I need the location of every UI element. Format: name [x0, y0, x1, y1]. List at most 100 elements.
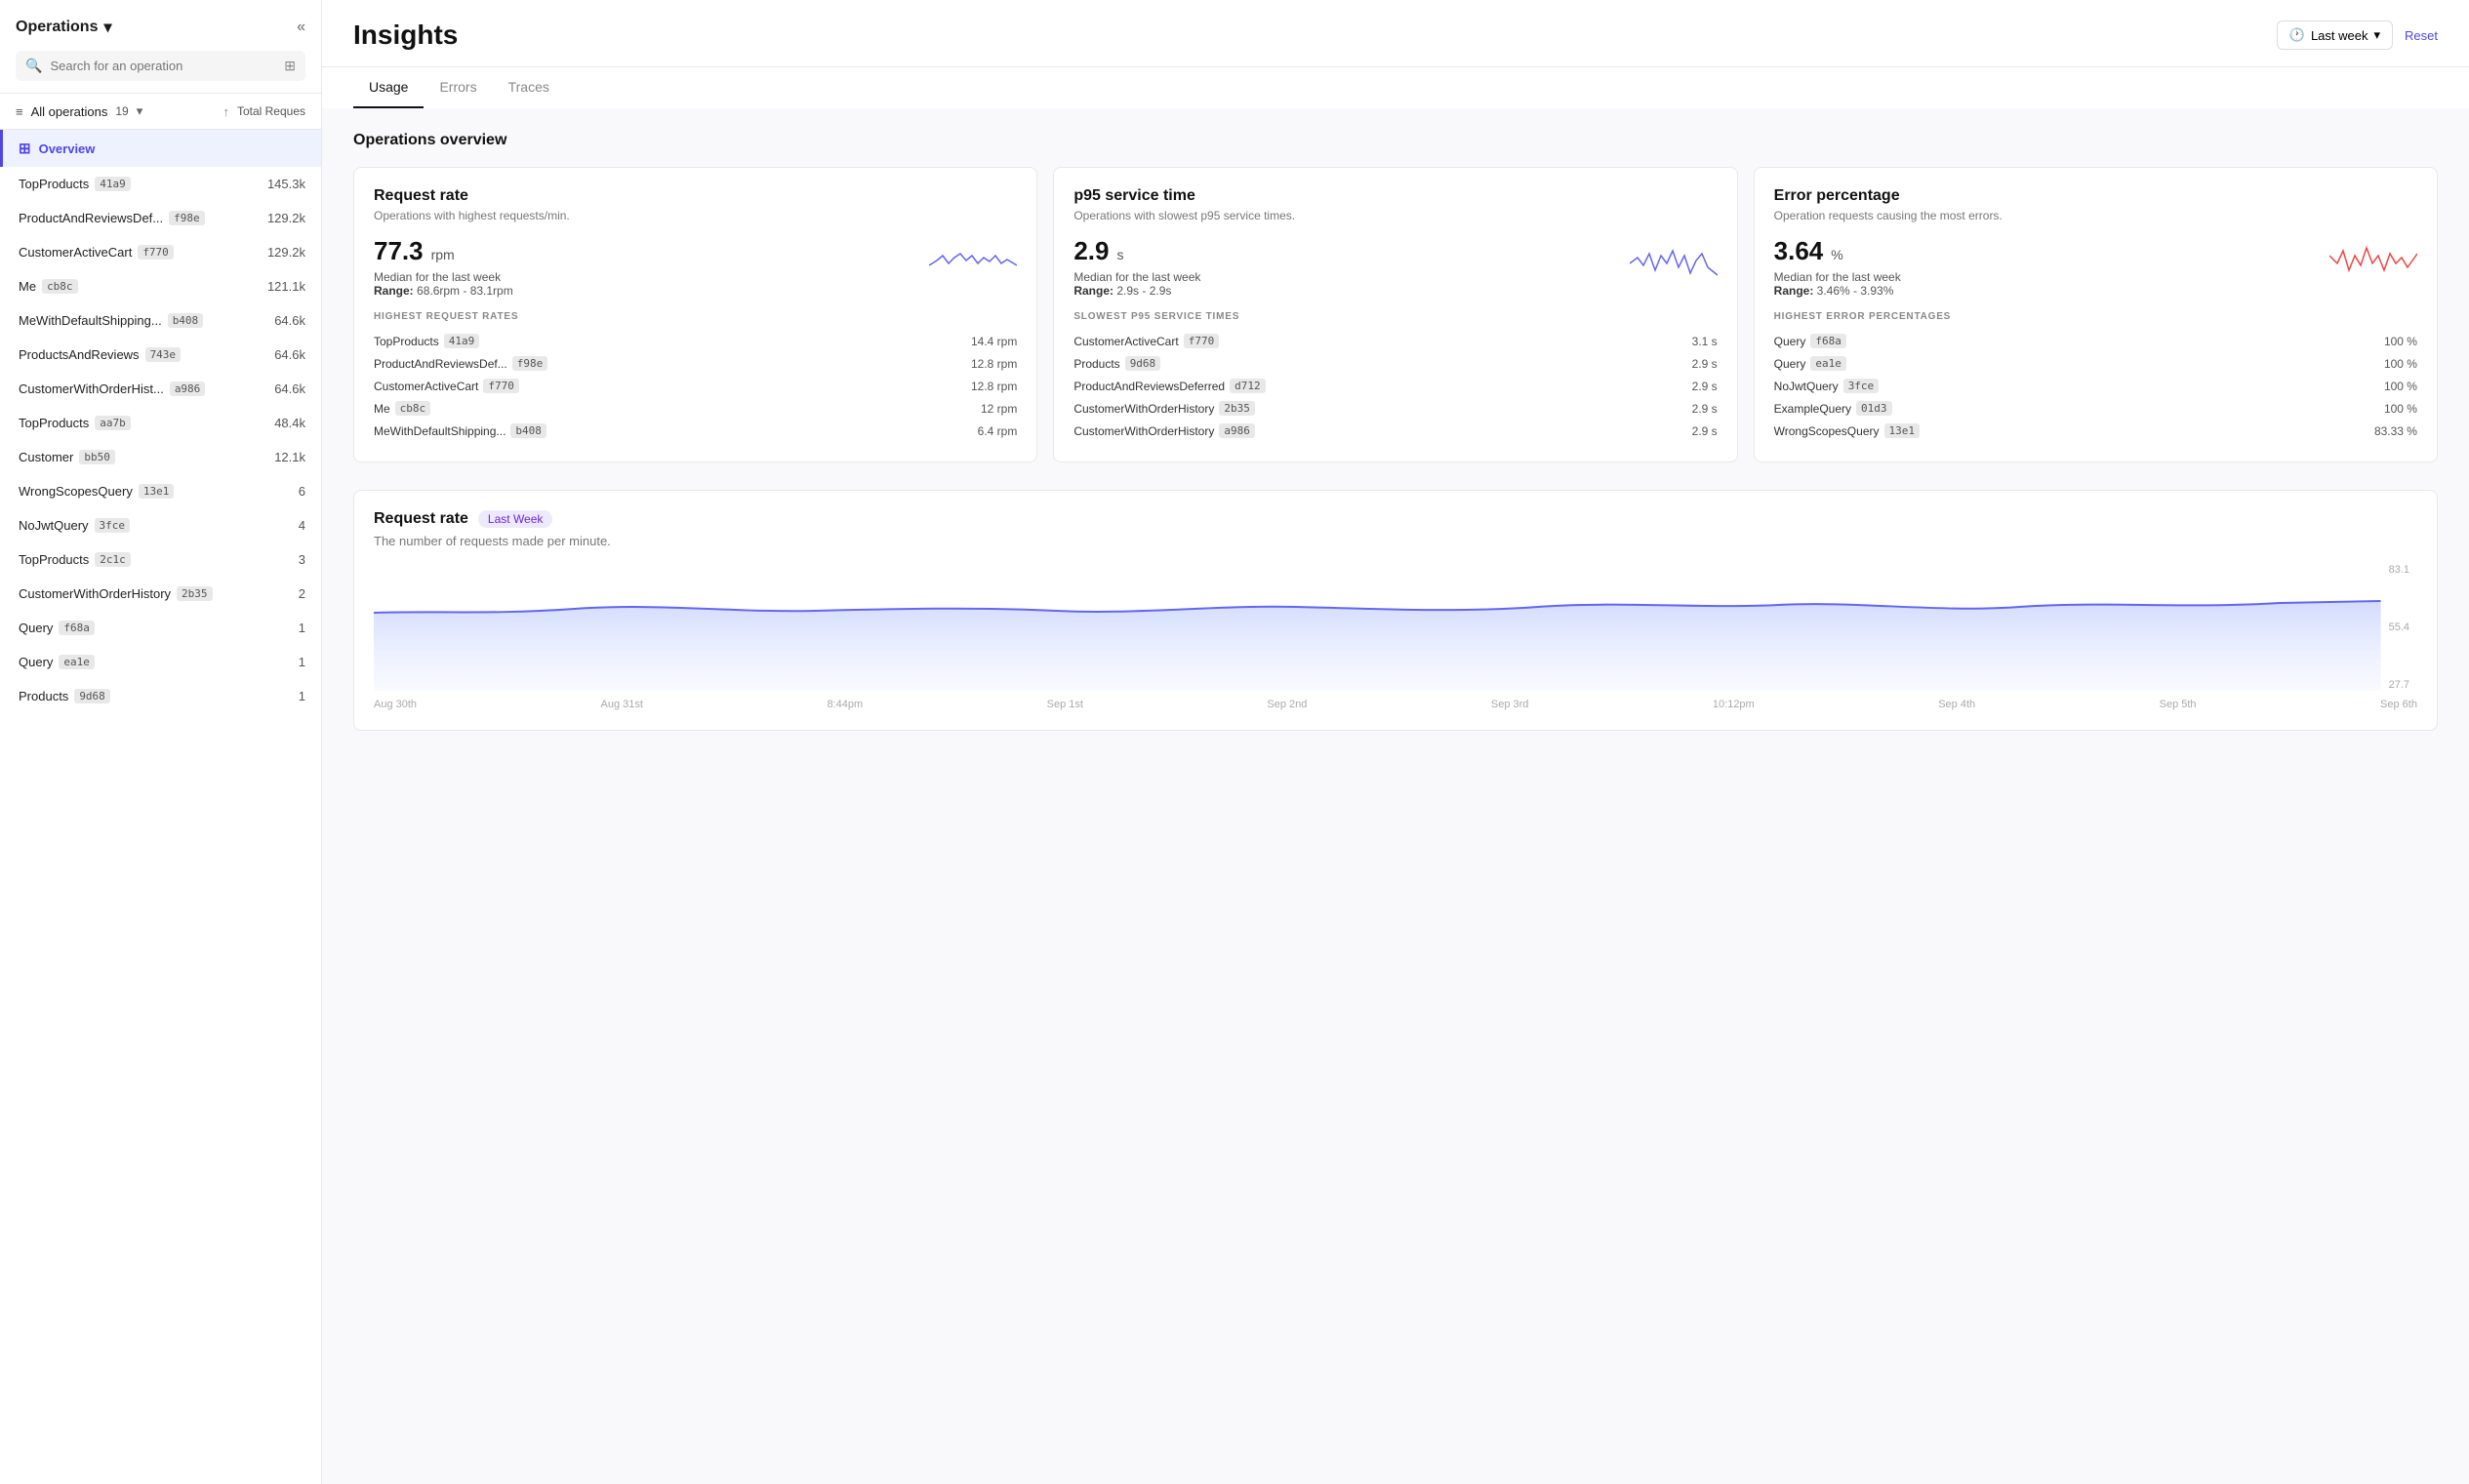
p95-service-time-card: p95 service time Operations with slowest…	[1053, 167, 1737, 462]
slowest-p95-title: SLOWEST P95 SERVICE TIMES	[1073, 311, 1717, 322]
table-row: Mecb8c 12 rpm	[374, 397, 1017, 420]
table-row: WrongScopesQuery13e1 83.33 %	[1774, 420, 2417, 442]
tab-usage[interactable]: Usage	[353, 67, 424, 108]
main-content-body: Operations overview Request rate Operati…	[322, 108, 2469, 754]
sort-asc-icon[interactable]: ↑	[223, 104, 229, 119]
table-row: CustomerWithOrderHistorya986 2.9 s	[1073, 420, 1717, 442]
list-item[interactable]: WrongScopesQuery13e1 6	[0, 474, 321, 508]
list-item[interactable]: Mecb8c 121.1k	[0, 269, 321, 303]
y-label-mid: 55.4	[2389, 622, 2409, 633]
x-label: Sep 2nd	[1267, 699, 1307, 710]
highest-request-rates-title: HIGHEST REQUEST RATES	[374, 311, 1017, 322]
tab-errors[interactable]: Errors	[424, 67, 492, 108]
search-input[interactable]	[50, 59, 276, 73]
list-item[interactable]: CustomerWithOrderHist...a986 64.6k	[0, 372, 321, 406]
error-unit: %	[1831, 247, 1842, 262]
chevron-down-icon-filter[interactable]: ▾	[137, 103, 143, 119]
x-label: Sep 6th	[2380, 699, 2417, 710]
table-row: Products9d68 2.9 s	[1073, 352, 1717, 375]
request-rate-median: Median for the last week	[374, 270, 513, 284]
time-selector-label: Last week	[2311, 28, 2368, 43]
p95-title: p95 service time	[1073, 187, 1717, 205]
request-rate-title: Request rate	[374, 187, 1017, 205]
filter-icon: ≡	[16, 104, 23, 119]
list-item[interactable]: MeWithDefaultShipping...b408 64.6k	[0, 303, 321, 338]
chevron-down-icon: ▾	[103, 18, 111, 37]
main-header: Insights 🕐 Last week ▾ Reset	[322, 0, 2469, 67]
chart-header: Request rate Last Week	[374, 510, 2417, 528]
table-row: ProductAndReviewsDef...f98e 12.8 rpm	[374, 352, 1017, 375]
sidebar: Operations ▾ « 🔍 ⊞ ≡ All operations 19 ▾…	[0, 0, 322, 1484]
chart-title: Request rate	[374, 510, 468, 528]
page-title: Insights	[353, 20, 458, 66]
x-label: Sep 3rd	[1491, 699, 1529, 710]
reset-button[interactable]: Reset	[2405, 28, 2438, 43]
error-title: Error percentage	[1774, 187, 2417, 205]
collapse-sidebar-button[interactable]: «	[297, 19, 305, 36]
area-chart-svg	[374, 564, 2381, 691]
table-row: NoJwtQuery3fce 100 %	[1774, 375, 2417, 397]
x-label: 10:12pm	[1713, 699, 1755, 710]
table-row: ProductAndReviewsDeferredd712 2.9 s	[1073, 375, 1717, 397]
list-item[interactable]: Products9d68 1	[0, 679, 321, 713]
y-label-min: 27.7	[2389, 679, 2409, 691]
search-box: 🔍 ⊞	[16, 51, 305, 81]
list-item[interactable]: CustomerActiveCartf770 129.2k	[0, 235, 321, 269]
list-item[interactable]: Customerbb50 12.1k	[0, 440, 321, 474]
ops-count-badge: 19	[115, 104, 128, 118]
error-sparkline	[2329, 236, 2417, 285]
chart-area	[374, 564, 2381, 691]
x-label: Sep 5th	[2160, 699, 2197, 710]
x-label: Aug 30th	[374, 699, 417, 710]
sidebar-header: Operations ▾ « 🔍 ⊞	[0, 0, 321, 94]
request-rate-value: 77.3	[374, 236, 424, 266]
list-item[interactable]: NoJwtQuery3fce 4	[0, 508, 321, 542]
request-rate-sparkline	[929, 236, 1017, 285]
time-selector-button[interactable]: 🕐 Last week ▾	[2277, 20, 2393, 50]
error-metric: 3.64 % Median for the last week Range: 3…	[1774, 236, 2417, 298]
error-percentage-card: Error percentage Operation requests caus…	[1754, 167, 2438, 462]
operations-title: Operations	[16, 19, 98, 36]
error-value: 3.64	[1774, 236, 1824, 266]
sidebar-item-overview[interactable]: ⊞ Overview	[0, 130, 321, 167]
total-requests-label: Total Reques	[237, 104, 305, 118]
list-item[interactable]: Queryea1e 1	[0, 645, 321, 679]
header-right: 🕐 Last week ▾ Reset	[2277, 20, 2438, 65]
list-item[interactable]: TopProducts2c1c 3	[0, 542, 321, 577]
list-item[interactable]: CustomerWithOrderHistory2b35 2	[0, 577, 321, 611]
p95-median: Median for the last week	[1073, 270, 1200, 284]
ops-filter-row: ≡ All operations 19 ▾ ↑ Total Reques	[0, 94, 321, 130]
tabs-bar: Usage Errors Traces	[322, 67, 2469, 108]
p95-range: Range: 2.9s - 2.9s	[1073, 284, 1200, 298]
x-label: 8:44pm	[827, 699, 863, 710]
p95-sparkline	[1630, 236, 1718, 285]
list-item[interactable]: TopProducts41a9 145.3k	[0, 167, 321, 201]
cards-row: Request rate Operations with highest req…	[353, 167, 2438, 462]
request-rate-chart-card: Request rate Last Week The number of req…	[353, 490, 2438, 731]
table-row: Queryea1e 100 %	[1774, 352, 2417, 375]
list-item[interactable]: ProductAndReviewsDef...f98e 129.2k	[0, 201, 321, 235]
search-icon: 🔍	[25, 58, 42, 74]
table-row: ExampleQuery01d3 100 %	[1774, 397, 2417, 420]
request-rate-card: Request rate Operations with highest req…	[353, 167, 1037, 462]
chevron-down-icon-time: ▾	[2374, 27, 2381, 43]
y-label-max: 83.1	[2389, 564, 2409, 576]
p95-metric: 2.9 s Median for the last week Range: 2.…	[1073, 236, 1717, 298]
table-row: Queryf68a 100 %	[1774, 330, 2417, 352]
table-row: TopProducts41a9 14.4 rpm	[374, 330, 1017, 352]
request-rate-range: Range: 68.6rpm - 83.1rpm	[374, 284, 513, 298]
list-item[interactable]: TopProductsaa7b 48.4k	[0, 406, 321, 440]
table-row: CustomerActiveCartf770 12.8 rpm	[374, 375, 1017, 397]
tab-traces[interactable]: Traces	[493, 67, 565, 108]
table-row: CustomerWithOrderHistory2b35 2.9 s	[1073, 397, 1717, 420]
chart-body: 83.1 55.4 27.7	[374, 564, 2417, 691]
overview-icon: ⊞	[19, 140, 31, 157]
list-item[interactable]: Queryf68a 1	[0, 611, 321, 645]
operations-selector[interactable]: Operations ▾	[16, 18, 112, 37]
x-label: Aug 31st	[601, 699, 643, 710]
chart-desc: The number of requests made per minute.	[374, 534, 2417, 548]
chart-time-badge: Last Week	[478, 510, 552, 528]
request-rate-desc: Operations with highest requests/min.	[374, 209, 1017, 222]
clock-icon: 🕐	[2289, 27, 2305, 43]
list-item[interactable]: ProductsAndReviews743e 64.6k	[0, 338, 321, 372]
